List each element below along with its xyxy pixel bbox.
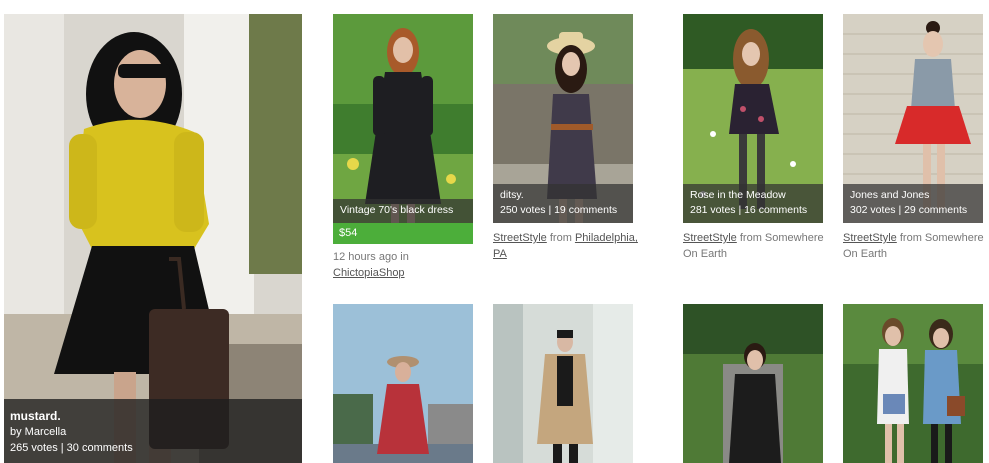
look-title[interactable]: ditsy. bbox=[500, 188, 626, 203]
look-photo[interactable] bbox=[333, 304, 473, 463]
look-card[interactable]: ditsy. 250 votes | 19 comments bbox=[493, 14, 633, 223]
price-tag[interactable]: $54 bbox=[333, 223, 473, 244]
featured-title[interactable]: mustard. bbox=[10, 408, 296, 424]
look-meta: 12 hours ago in ChictopiaShop bbox=[333, 249, 483, 281]
shop-link[interactable]: ChictopiaShop bbox=[333, 267, 405, 279]
look-meta: StreetStyle from Somewhere On Earth bbox=[683, 230, 833, 262]
look-title[interactable]: Jones and Jones bbox=[850, 188, 976, 203]
look-caption: Jones and Jones 302 votes | 29 comments bbox=[843, 184, 983, 223]
look-title[interactable]: Vintage 70's black dress bbox=[340, 203, 466, 218]
look-card[interactable]: Rose in the Meadow 281 votes | 16 commen… bbox=[683, 14, 823, 223]
look-stats: 281 votes | 16 comments bbox=[690, 204, 808, 216]
meta-time: 12 hours ago in bbox=[333, 251, 409, 263]
category-link[interactable]: StreetStyle bbox=[493, 232, 547, 244]
look-card[interactable]: Jones and Jones 302 votes | 29 comments bbox=[843, 14, 983, 223]
look-stats: 302 votes | 29 comments bbox=[850, 204, 968, 216]
featured-caption: mustard. by Marcella 265 votes | 30 comm… bbox=[4, 399, 302, 463]
look-title[interactable]: Rose in the Meadow bbox=[690, 188, 816, 203]
featured-stats: 265 votes | 30 comments bbox=[10, 442, 133, 454]
category-link[interactable]: StreetStyle bbox=[843, 232, 897, 244]
featured-look-card[interactable]: mustard. by Marcella 265 votes | 30 comm… bbox=[4, 14, 302, 463]
featured-byline: by Marcella bbox=[10, 426, 67, 438]
category-link[interactable]: StreetStyle bbox=[683, 232, 737, 244]
look-card[interactable]: Vintage 70's black dress bbox=[333, 14, 473, 244]
meta-from: from bbox=[549, 232, 572, 244]
look-stats: 250 votes | 19 comments bbox=[500, 204, 618, 216]
look-photo[interactable] bbox=[493, 304, 633, 463]
look-caption: Rose in the Meadow 281 votes | 16 commen… bbox=[683, 184, 823, 223]
look-caption: Vintage 70's black dress bbox=[333, 199, 473, 223]
featured-look-photo[interactable] bbox=[4, 14, 302, 463]
look-photo[interactable] bbox=[333, 14, 473, 223]
look-photo[interactable] bbox=[683, 304, 823, 463]
look-meta: StreetStyle from Somewhere On Earth bbox=[843, 230, 989, 262]
look-caption: ditsy. 250 votes | 19 comments bbox=[493, 184, 633, 223]
look-photo[interactable] bbox=[843, 304, 983, 463]
look-meta: StreetStyle from Philadelphia, PA bbox=[493, 230, 643, 262]
